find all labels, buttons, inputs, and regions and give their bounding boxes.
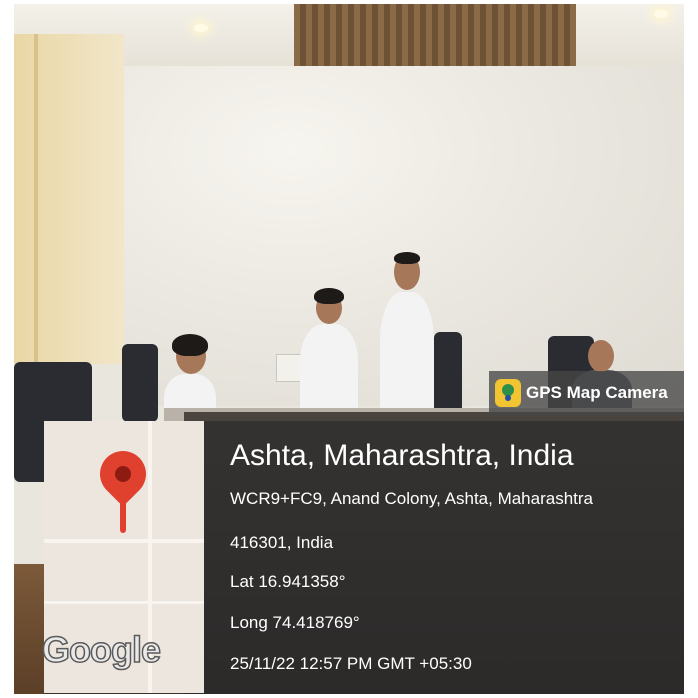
latitude: Lat 16.941358° [230, 572, 346, 591]
map-pin-center [115, 466, 131, 482]
person-hair [314, 288, 344, 304]
person-hair [172, 334, 208, 356]
map-pin-tail [120, 501, 126, 533]
map-road [44, 601, 204, 604]
left-wall [14, 34, 124, 364]
chair [122, 344, 158, 422]
wall-switch [276, 354, 302, 382]
map-thumbnail: Google [41, 421, 204, 693]
person-hair [394, 252, 420, 264]
meeting-room-photo: GPS Map Camera Google Ashta, Maharashtra… [14, 4, 684, 694]
person [380, 292, 434, 416]
map-road [44, 539, 204, 543]
person [300, 324, 358, 416]
address-line-1: WCR9+FC9, Anand Colony, Ashta, Maharasht… [230, 489, 594, 508]
google-logo: Google [41, 628, 162, 671]
wall-corner [34, 34, 38, 364]
address-line-2: 416301, India [230, 533, 334, 552]
ceiling-light [194, 24, 208, 32]
gps-map-camera-badge: GPS Map Camera [489, 371, 684, 415]
location-overlay: Google Ashta, Maharashtra, India WCR9+FC… [41, 421, 684, 694]
gps-app-name: GPS Map Camera [526, 383, 668, 402]
longitude: Long 74.418769° [230, 613, 360, 632]
timestamp: 25/11/22 12:57 PM GMT +05:30 [230, 654, 472, 673]
location-title: Ashta, Maharashtra, India [230, 439, 574, 472]
ceiling-light [654, 10, 668, 18]
person-head [588, 340, 614, 372]
gps-map-camera-icon [495, 379, 521, 407]
